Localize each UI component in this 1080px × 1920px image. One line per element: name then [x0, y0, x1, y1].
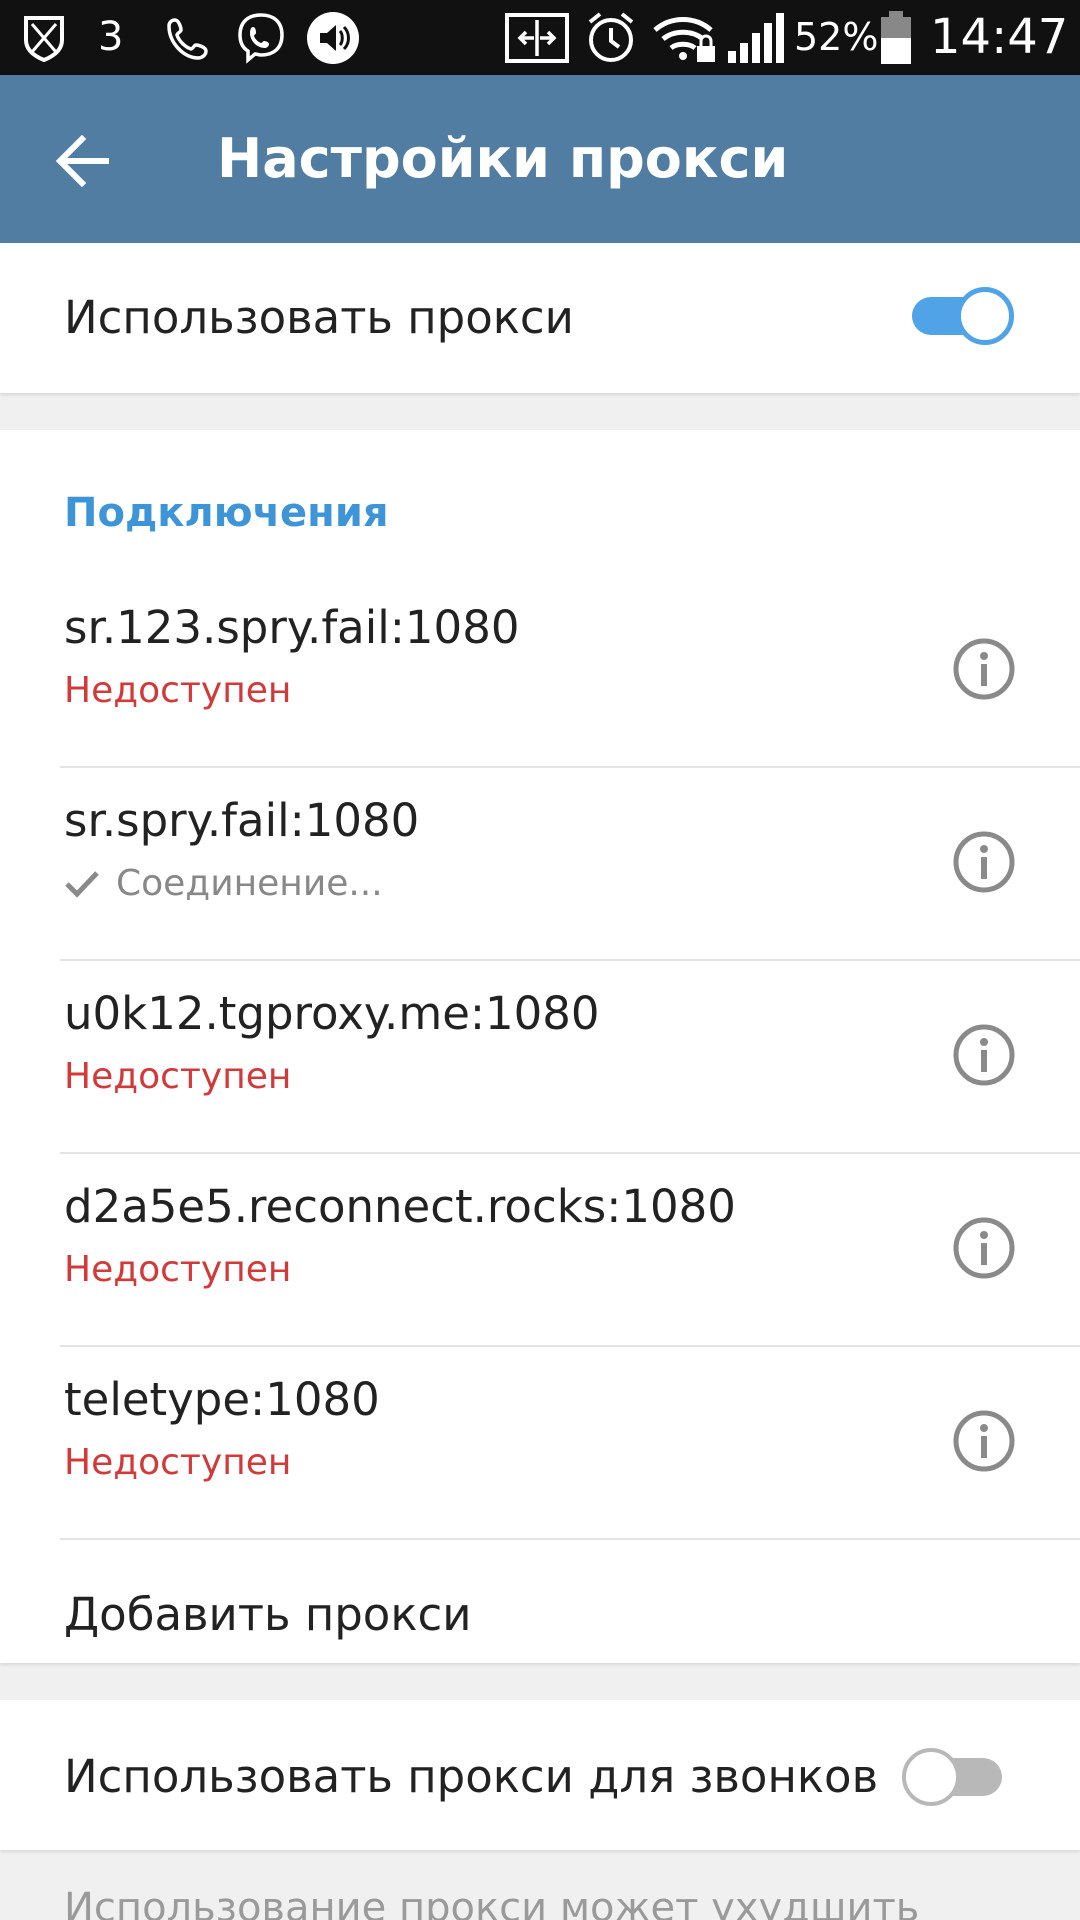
proxy-item[interactable]: sr.spry.fail:1080 Соединение... [0, 768, 1080, 961]
section-header-connections: Подключения [64, 490, 389, 536]
connections-card: Подключения sr.123.spry.fail:1080 Недост… [0, 430, 1080, 1663]
add-proxy-button[interactable]: Добавить прокси [0, 1540, 1080, 1690]
info-icon[interactable] [952, 1023, 1016, 1087]
use-proxy-switch[interactable] [908, 283, 1016, 347]
info-icon[interactable] [952, 637, 1016, 701]
notification-count: 3 [98, 14, 124, 60]
proxy-address: sr.123.spry.fail:1080 [64, 601, 520, 654]
use-proxy-label: Использовать прокси [64, 291, 574, 344]
phone-icon [160, 0, 218, 75]
proxy-address: sr.spry.fail:1080 [64, 794, 420, 847]
proxy-status: Недоступен [64, 1249, 292, 1290]
add-proxy-label: Добавить прокси [64, 1588, 472, 1641]
calls-proxy-switch[interactable] [900, 1744, 1008, 1808]
info-icon[interactable] [952, 1216, 1016, 1280]
proxy-status: Недоступен [64, 1056, 292, 1097]
info-icon[interactable] [952, 830, 1016, 894]
proxy-address: d2a5e5.reconnect.rocks:1080 [64, 1180, 736, 1233]
nfc-icon [502, 0, 572, 75]
proxy-status: Соединение... [116, 863, 383, 904]
battery-percent: 52% [794, 15, 879, 59]
proxy-item[interactable]: d2a5e5.reconnect.rocks:1080 Недоступен [0, 1154, 1080, 1347]
proxy-item[interactable]: sr.123.spry.fail:1080 Недоступен [0, 575, 1080, 768]
footer-note: Использование прокси может ухудшить [64, 1885, 920, 1920]
proxy-status: Недоступен [64, 670, 292, 711]
signal-icon [724, 0, 786, 75]
wifi-lock-icon [650, 0, 720, 75]
switch-thumb [956, 287, 1014, 345]
proxy-item[interactable]: teletype:1080 Недоступен [0, 1347, 1080, 1540]
proxy-status: Недоступен [64, 1442, 292, 1483]
alarm-icon [582, 0, 640, 75]
calls-proxy-row[interactable]: Использовать прокси для звонков [0, 1700, 1080, 1850]
check-icon [65, 870, 99, 898]
use-proxy-row[interactable]: Использовать прокси [0, 243, 1080, 393]
switch-thumb [902, 1748, 960, 1806]
page-title: Настройки прокси [217, 127, 789, 190]
proxy-status-row: Соединение... [64, 863, 383, 904]
viber-icon [230, 0, 292, 75]
battery-icon [876, 0, 916, 75]
proxy-address: u0k12.tgproxy.me:1080 [64, 987, 600, 1040]
status-bar: 3 52% 14:47 [0, 0, 1080, 75]
clock: 14:47 [930, 9, 1069, 65]
arrow-left-icon [55, 135, 109, 187]
info-icon[interactable] [952, 1409, 1016, 1473]
volume-icon [304, 0, 362, 75]
shield-icon [18, 0, 70, 75]
back-button[interactable] [40, 119, 124, 203]
app-bar: Настройки прокси [0, 75, 1080, 243]
proxy-address: teletype:1080 [64, 1373, 380, 1426]
calls-proxy-label: Использовать прокси для звонков [64, 1750, 879, 1803]
proxy-item[interactable]: u0k12.tgproxy.me:1080 Недоступен [0, 961, 1080, 1154]
